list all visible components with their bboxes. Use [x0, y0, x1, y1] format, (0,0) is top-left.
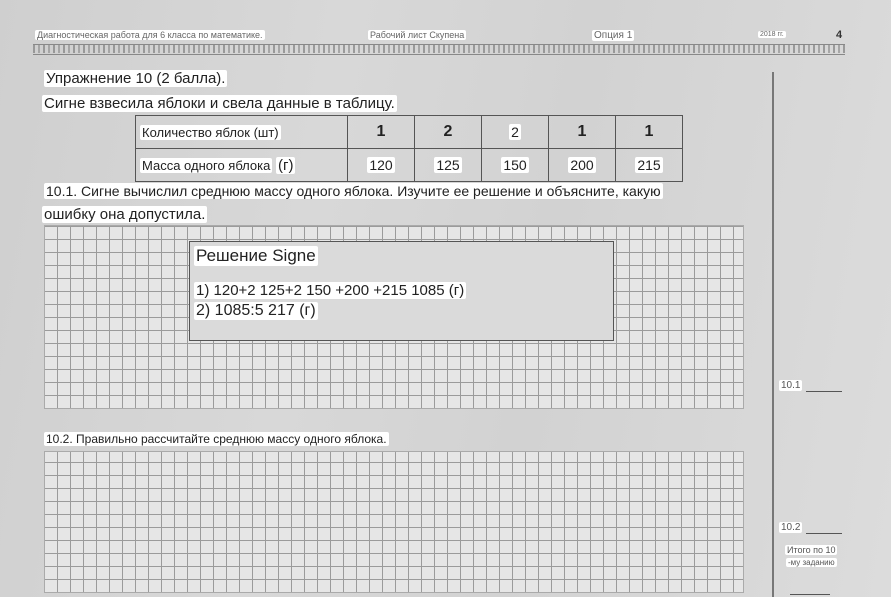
score-column-divider [772, 72, 774, 597]
total-label-line2: -му заданию [786, 558, 837, 567]
row-header-unit: (г) [275, 156, 296, 174]
answer-grid-10-2[interactable] [44, 451, 744, 593]
exercise-intro: Сигне взвесила яблоки и свела данные в т… [42, 95, 397, 112]
score-line-total[interactable] [790, 594, 830, 595]
score-line-10-1[interactable] [806, 391, 842, 392]
apple-data-table: Количество яблок (шт) 1 2 2 1 1 Масса од… [135, 115, 683, 182]
table-cell: 125 [434, 157, 462, 173]
table-cell: 2 [414, 115, 482, 149]
table-row-mass: Масса одного яблока (г) 120 125 150 200 … [135, 148, 683, 182]
score-label-10-2: 10.2 [779, 522, 803, 533]
header-year: 2018 гг. [758, 31, 786, 38]
table-cell: 2 [509, 124, 521, 140]
table-cell: 1 [347, 115, 415, 149]
table-cell: 150 [501, 157, 529, 173]
header-option: Опция 1 [592, 30, 635, 41]
question-10-2: 10.2. Правильно рассчитайте среднюю масс… [44, 432, 389, 446]
score-label-10-1: 10.1 [779, 380, 803, 391]
table-cell: 120 [367, 157, 395, 173]
row-header-mass: Масса одного яблока [140, 157, 273, 173]
total-label-line1: Итого по 10 [785, 545, 838, 555]
score-line-10-2[interactable] [806, 533, 842, 534]
header-subject: Диагностическая работа для 6 класса по м… [35, 30, 265, 40]
row-header-count: Количество яблок (шт) [140, 124, 281, 140]
exercise-title: Упражнение 10 (2 балла). [44, 70, 228, 87]
table-cell: 1 [548, 115, 616, 149]
page-number: 4 [836, 29, 843, 41]
table-cell: 1 [615, 115, 683, 149]
table-row-count: Количество яблок (шт) 1 2 2 1 1 [135, 115, 683, 149]
header-worksheet: Рабочий лист Скупена [368, 30, 467, 40]
solution-step-1: 1) 120+2 125+2 150 +200 +215 1085 (г) [194, 282, 467, 299]
signe-solution-box: Решение Signe 1) 120+2 125+2 150 +200 +2… [189, 241, 614, 341]
question-10-1-line1: 10.1. Сигне вычислил среднюю массу одног… [44, 183, 663, 199]
ornament-border [33, 45, 845, 53]
question-10-1-line2: ошибку она допустила. [42, 206, 208, 223]
table-cell: 215 [635, 157, 663, 173]
solution-step-2: 2) 1085:5 217 (г) [194, 302, 318, 320]
header-rule-bottom [33, 54, 845, 55]
table-cell: 200 [568, 157, 596, 173]
solution-title: Решение Signe [194, 246, 318, 266]
